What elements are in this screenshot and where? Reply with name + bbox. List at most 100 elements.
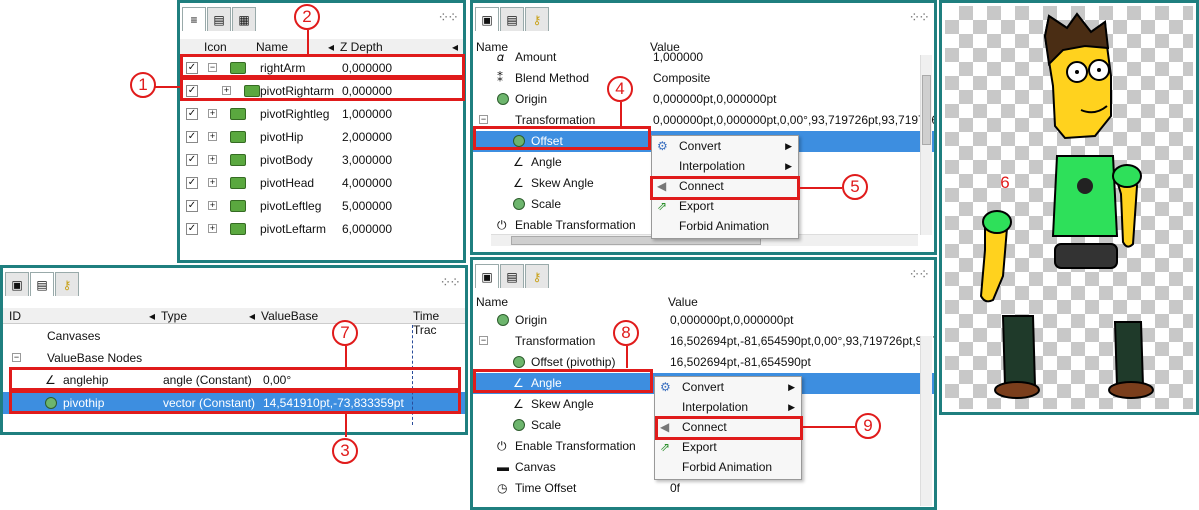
tab-library[interactable]: ▤: [500, 264, 524, 288]
menu-item-interpolation[interactable]: Interpolation ▶: [655, 397, 801, 417]
sort-arrow-icon[interactable]: ◂: [452, 40, 458, 54]
tab-params[interactable]: ▣: [475, 7, 499, 31]
col-value[interactable]: Value: [668, 295, 698, 309]
layer-row[interactable]: ✓ + pivotHead 4,000000: [180, 172, 463, 194]
param-name: Amount: [515, 50, 557, 64]
param-row[interactable]: ⁑ Blend Method Composite: [473, 68, 934, 89]
sort-arrow-icon[interactable]: ◂: [249, 309, 255, 323]
collapse-icon[interactable]: −: [479, 115, 488, 124]
layer-checkbox[interactable]: ✓: [186, 223, 198, 235]
param-value: 0,000000pt,0,000000pt,0,00°,93,719726pt,…: [653, 113, 937, 127]
menu-item-forbid-animation[interactable]: Forbid Animation: [655, 457, 801, 477]
tab-library[interactable]: ▤: [30, 272, 54, 296]
layer-checkbox[interactable]: ✓: [186, 154, 198, 166]
vector-icon: [513, 419, 525, 431]
param-row[interactable]: 𝛼 Amount 1,000000: [473, 47, 934, 68]
layers-icon: ≡: [190, 12, 198, 27]
param-row[interactable]: − Transformation 16,502694pt,-81,654590pt,…: [473, 331, 934, 352]
col-id[interactable]: ID: [9, 309, 21, 323]
tab-layers[interactable]: ≡: [182, 7, 206, 31]
param-row[interactable]: Origin 0,000000pt,0,000000pt: [473, 89, 934, 110]
layer-name: pivotRightleg: [260, 107, 330, 121]
library-icon: ▤: [506, 269, 518, 284]
scroll-thumb[interactable]: [922, 75, 931, 145]
valuebase-nodes-label: ValueBase Nodes: [47, 351, 143, 365]
layer-row[interactable]: ✓ + pivotHip 2,000000: [180, 126, 463, 148]
layer-row[interactable]: ✓ + pivotBody 3,000000: [180, 149, 463, 171]
folder-icon: [230, 200, 246, 212]
sort-arrow-icon[interactable]: ◂: [149, 309, 155, 323]
library-icon: ▤: [213, 12, 225, 27]
layer-name: pivotHip: [260, 130, 304, 144]
folder-icon: [230, 108, 246, 120]
layer-checkbox[interactable]: ✓: [186, 108, 198, 120]
export-icon: ⇗: [660, 440, 671, 454]
menu-item-forbid-animation[interactable]: Forbid Animation: [652, 216, 798, 236]
layer-checkbox[interactable]: ✓: [186, 200, 198, 212]
col-zdepth[interactable]: Z Depth: [340, 40, 383, 54]
param-row[interactable]: Origin 0,000000pt,0,000000pt: [473, 310, 934, 331]
list-item-valuebase-nodes[interactable]: − ValueBase Nodes: [3, 347, 465, 369]
vertical-scrollbar[interactable]: [920, 55, 932, 235]
layer-row[interactable]: ✓ + pivotRightleg 1,000000: [180, 103, 463, 125]
highlight-box-pivothip: [9, 390, 461, 414]
param-value: 16,502694pt,-81,654590pt,0,00°,93,719726…: [670, 334, 937, 348]
collapse-icon[interactable]: −: [12, 353, 21, 362]
dock-grip-icon[interactable]: ⁘⁘: [909, 266, 931, 283]
tab-library[interactable]: ▤: [500, 7, 524, 31]
callout-line: [345, 346, 347, 368]
layer-checkbox[interactable]: ✓: [186, 177, 198, 189]
tab-keyframes[interactable]: ⚷: [55, 272, 79, 296]
params-icon: ▣: [481, 12, 493, 27]
col-valuebase[interactable]: ValueBase: [261, 309, 318, 323]
layer-zdepth: 2,000000: [342, 130, 393, 144]
list-item-canvases[interactable]: Canvases: [3, 325, 465, 347]
col-type[interactable]: Type: [161, 309, 187, 323]
collapse-icon[interactable]: −: [479, 336, 488, 345]
vertical-scrollbar[interactable]: [920, 336, 932, 506]
dock-grip-icon[interactable]: ⁘⁘: [909, 9, 931, 26]
expand-icon[interactable]: +: [208, 109, 217, 118]
canvas-icon: ▬: [497, 460, 509, 474]
highlight-box-connect-bottom: [655, 416, 803, 440]
param-name: Skew Angle: [531, 397, 594, 411]
expand-icon[interactable]: +: [208, 155, 217, 164]
col-name[interactable]: Name: [476, 295, 508, 309]
vector-icon: [513, 356, 525, 368]
layer-checkbox[interactable]: ✓: [186, 131, 198, 143]
layer-row[interactable]: ✓ + pivotLeftleg 5,000000: [180, 195, 463, 217]
convert-icon: ⚙: [657, 139, 668, 153]
param-row[interactable]: ◷ Time Offset 0f: [473, 478, 934, 499]
tab-keyframes[interactable]: ⚷: [525, 264, 549, 288]
callout-9: 9: [855, 413, 881, 439]
menu-item-convert[interactable]: ⚙ Convert ▶: [655, 377, 801, 397]
layer-name: pivotLeftleg: [260, 199, 322, 213]
expand-icon[interactable]: +: [208, 201, 217, 210]
sort-arrow-icon[interactable]: ◂: [328, 40, 334, 54]
tab-params[interactable]: ▣: [475, 264, 499, 288]
dock-grip-icon[interactable]: ⁘⁘: [440, 274, 462, 291]
expand-icon[interactable]: +: [208, 132, 217, 141]
menu-item-convert[interactable]: ⚙ Convert ▶: [652, 136, 798, 156]
highlight-box-connect-top: [650, 176, 800, 200]
layer-row[interactable]: ✓ + pivotLeftarm 6,000000: [180, 218, 463, 240]
vector-icon: [513, 198, 525, 210]
param-name: Canvas: [515, 460, 556, 474]
menu-item-export[interactable]: ⇗ Export: [655, 437, 801, 457]
canvas-icon: ▦: [238, 12, 250, 27]
param-value: 0,000000pt,0,000000pt: [670, 313, 794, 327]
expand-icon[interactable]: +: [208, 224, 217, 233]
col-icon[interactable]: Icon: [204, 40, 227, 54]
highlight-box-rightarm: [180, 54, 465, 78]
menu-item-interpolation[interactable]: Interpolation ▶: [652, 156, 798, 176]
tab-library[interactable]: ▤: [207, 7, 231, 31]
folder-icon: [230, 131, 246, 143]
dock-grip-icon[interactable]: ⁘⁘: [438, 9, 460, 26]
character-figure[interactable]: [945, 6, 1199, 415]
expand-icon[interactable]: +: [208, 178, 217, 187]
col-name[interactable]: Name: [256, 40, 288, 54]
tab-canvas-browser[interactable]: ▦: [232, 7, 256, 31]
tab-keyframes[interactable]: ⚷: [525, 7, 549, 31]
tab-params[interactable]: ▣: [5, 272, 29, 296]
layers-header: Icon Name ◂ Z Depth ◂: [180, 39, 463, 55]
